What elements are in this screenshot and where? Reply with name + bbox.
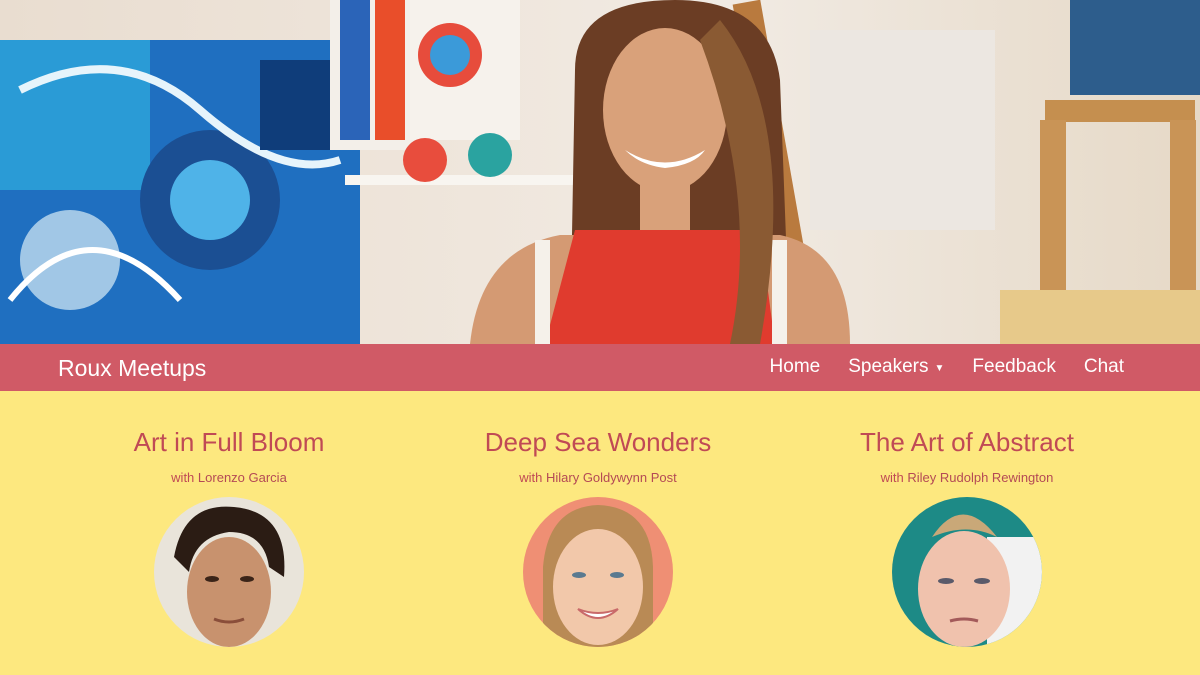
nav-item-label: Home [769,356,821,377]
event-card: Art in Full Bloom with Lorenzo Garcia [59,427,399,647]
event-title-link[interactable]: The Art of Abstract [797,427,1137,458]
speaker-avatar[interactable] [892,497,1042,647]
navbar: Roux Meetups Home Speakers ▼ Feedback Ch… [0,344,1200,391]
nav-item-feedback[interactable]: Feedback [972,356,1055,378]
speaker-name-link[interactable]: Lorenzo Garcia [198,470,287,485]
hero-banner [0,0,1200,344]
nav-item-speakers-dropdown[interactable]: Speakers ▼ [848,356,944,378]
with-label: with [519,470,543,485]
event-title-link[interactable]: Art in Full Bloom [59,427,399,458]
event-card: Deep Sea Wonders with Hilary Goldywynn P… [428,427,768,647]
events-section: Art in Full Bloom with Lorenzo Garcia De… [0,391,1200,675]
speaker-avatar[interactable] [154,497,304,647]
nav-item-label: Feedback [972,356,1056,377]
nav-item-home[interactable]: Home [770,356,821,378]
event-speaker-line: with Riley Rudolph Rewington [797,470,1137,485]
event-speaker-line: with Lorenzo Garcia [59,470,399,485]
speaker-name-link[interactable]: Riley Rudolph Rewington [907,470,1053,485]
speaker-name-link[interactable]: Hilary Goldywynn Post [546,470,677,485]
event-card: The Art of Abstract with Riley Rudolph R… [797,427,1137,647]
speaker-avatar[interactable] [523,497,673,647]
caret-down-icon: ▼ [934,363,945,374]
nav-item-chat[interactable]: Chat [1084,356,1124,378]
nav-item-label: Speakers [848,356,929,377]
nav-item-label: Chat [1083,356,1124,377]
event-title-link[interactable]: Deep Sea Wonders [428,427,768,458]
hero-image [0,0,1200,344]
nav-menu: Home Speakers ▼ Feedback Chat [770,356,1124,378]
brand-logo-text[interactable]: Roux Meetups [58,355,206,382]
with-label: with [880,470,904,485]
with-label: with [171,470,195,485]
event-speaker-line: with Hilary Goldywynn Post [428,470,768,485]
